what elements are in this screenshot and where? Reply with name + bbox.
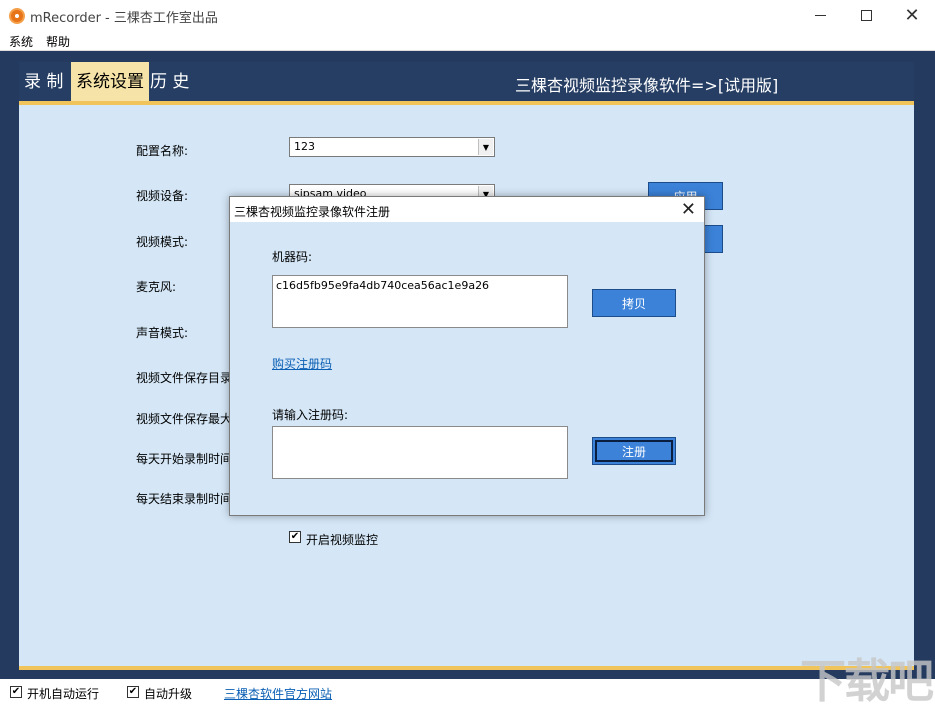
autostart-checkbox[interactable]: ✔ xyxy=(10,686,22,698)
close-icon: ✕ xyxy=(904,5,919,26)
app-banner: 三棵杏视频监控录像软件=>[试用版] xyxy=(515,72,778,96)
watermark-logo: 下载吧 xyxy=(800,645,932,708)
tab-record[interactable]: 录 制 xyxy=(19,62,68,103)
enable-monitor-label: 开启视频监控 xyxy=(306,531,378,548)
audio-mode-label: 声音模式: xyxy=(136,324,188,341)
daily-start-label: 每天开始录制时间 xyxy=(136,450,232,467)
chevron-down-icon: ▼ xyxy=(478,139,493,155)
copy-button[interactable]: 拷贝 xyxy=(592,289,676,317)
autostart-label: 开机自动运行 xyxy=(27,685,99,702)
config-name-label: 配置名称: xyxy=(136,142,188,159)
checkmark-icon: ✔ xyxy=(12,686,20,697)
mic-label: 麦克风: xyxy=(136,278,176,295)
content-bottom-line xyxy=(19,666,914,670)
maximize-button[interactable] xyxy=(843,0,889,31)
video-device-label: 视频设备: xyxy=(136,187,188,204)
autoupdate-checkbox[interactable]: ✔ xyxy=(127,686,139,698)
config-name-value: 123 xyxy=(294,140,315,153)
register-button[interactable]: 注册 xyxy=(592,437,676,465)
menu-help[interactable]: 帮助 xyxy=(46,33,70,50)
reg-code-field[interactable] xyxy=(272,426,568,479)
buy-code-link[interactable]: 购买注册码 xyxy=(272,355,332,372)
tab-bar: 录 制 系统设置 历 史 xyxy=(19,62,914,103)
reg-code-label: 请输入注册码: xyxy=(272,406,348,423)
tab-history[interactable]: 历 史 xyxy=(145,62,194,103)
machine-code-field[interactable]: c16d5fb95e9fa4db740cea56ac1e9a26 xyxy=(272,275,568,328)
dialog-title: 三棵杏视频监控录像软件注册 xyxy=(234,203,390,220)
registration-dialog: 三棵杏视频监控录像软件注册 ✕ 机器码: c16d5fb95e9fa4db740… xyxy=(229,196,705,516)
checkmark-icon: ✔ xyxy=(129,686,137,697)
close-button[interactable]: ✕ xyxy=(889,0,935,31)
maximize-icon xyxy=(861,10,872,21)
autoupdate-label: 自动升级 xyxy=(144,685,192,702)
tab-settings[interactable]: 系统设置 xyxy=(71,62,149,103)
dialog-body: 机器码: c16d5fb95e9fa4db740cea56ac1e9a26 拷贝… xyxy=(230,222,704,515)
minimize-button[interactable] xyxy=(797,0,843,31)
max-size-label: 视频文件保存最大 xyxy=(136,410,232,427)
title-bar: mRecorder - 三棵杏工作室出品 ✕ xyxy=(0,0,935,31)
status-bar: ✔ 开机自动运行 ✔ 自动升级 三棵杏软件官方网站 xyxy=(0,679,935,708)
close-icon: ✕ xyxy=(681,199,696,220)
machine-code-label: 机器码: xyxy=(272,248,312,265)
minimize-icon xyxy=(815,15,826,16)
menu-system[interactable]: 系统 xyxy=(9,33,33,50)
dialog-close-button[interactable]: ✕ xyxy=(681,199,696,220)
save-dir-label: 视频文件保存目录 xyxy=(136,369,232,386)
app-icon xyxy=(9,8,25,24)
checkmark-icon: ✔ xyxy=(291,531,299,542)
enable-monitor-checkbox[interactable]: ✔ xyxy=(289,531,301,543)
window-title: mRecorder - 三棵杏工作室出品 xyxy=(30,7,218,26)
video-mode-label: 视频模式: xyxy=(136,233,188,250)
menu-bar: 系统 帮助 xyxy=(0,31,935,51)
website-link[interactable]: 三棵杏软件官方网站 xyxy=(224,685,332,702)
config-name-select[interactable]: 123 ▼ xyxy=(289,137,495,157)
daily-end-label: 每天结束录制时间 xyxy=(136,490,232,507)
